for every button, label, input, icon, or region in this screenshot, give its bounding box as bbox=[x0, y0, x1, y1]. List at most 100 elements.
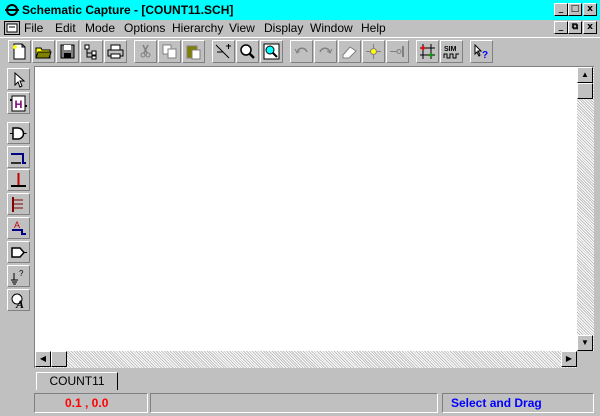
junction-button[interactable] bbox=[362, 40, 385, 63]
ground-terminal-tool-button[interactable] bbox=[7, 169, 30, 191]
junction-icon bbox=[366, 44, 381, 59]
paste-button[interactable] bbox=[182, 40, 205, 63]
ground-terminal-icon bbox=[11, 173, 26, 187]
scroll-left-button[interactable]: ◀ bbox=[35, 351, 51, 367]
main-toolbar: SIM ? bbox=[0, 37, 600, 65]
schematic-canvas[interactable] bbox=[35, 67, 577, 351]
text-tool-button[interactable]: A bbox=[7, 289, 30, 311]
power-tool-button[interactable]: ? bbox=[7, 265, 30, 287]
horizontal-scroll-thumb[interactable] bbox=[51, 351, 67, 367]
svg-text:?: ? bbox=[19, 269, 24, 278]
undo-button[interactable] bbox=[290, 40, 313, 63]
hierarchy-block-tool-button[interactable]: H bbox=[7, 92, 30, 114]
app-icon bbox=[5, 4, 19, 16]
zoom-area-button[interactable] bbox=[260, 40, 283, 63]
scrollbar-corner bbox=[577, 351, 594, 368]
query-button[interactable]: ? bbox=[470, 40, 493, 63]
menu-options[interactable]: Options bbox=[124, 21, 165, 35]
zoom-area-icon bbox=[263, 43, 280, 60]
scroll-down-button[interactable]: ▼ bbox=[577, 335, 593, 351]
redo-button[interactable] bbox=[314, 40, 337, 63]
erase-icon bbox=[342, 46, 357, 59]
hierarchy-icon bbox=[84, 44, 97, 60]
cut-icon bbox=[140, 44, 151, 58]
copy-button[interactable] bbox=[158, 40, 181, 63]
zoom-button[interactable] bbox=[236, 40, 259, 63]
add-wire-icon bbox=[215, 44, 231, 59]
save-icon bbox=[60, 44, 75, 59]
text-icon: A bbox=[11, 293, 24, 309]
buffer-icon bbox=[11, 247, 27, 258]
menu-view[interactable]: View bbox=[229, 21, 255, 35]
horizontal-scrollbar[interactable]: ◀ ▶ bbox=[35, 351, 577, 368]
print-button[interactable] bbox=[104, 40, 127, 63]
pin-button[interactable] bbox=[386, 40, 409, 63]
print-icon bbox=[107, 44, 124, 59]
netlist-button[interactable] bbox=[416, 40, 439, 63]
scroll-up-button[interactable]: ▲ bbox=[577, 67, 593, 83]
tab-count11[interactable]: COUNT11 bbox=[36, 372, 118, 390]
child-close-button[interactable]: x bbox=[583, 21, 597, 34]
menu-mode[interactable]: Mode bbox=[85, 21, 115, 35]
pin-icon bbox=[390, 46, 404, 57]
label-tool-button[interactable]: A bbox=[7, 217, 30, 239]
label-letter: A bbox=[14, 220, 20, 230]
sheet-tabs: COUNT11 bbox=[34, 370, 594, 390]
text-letter: A bbox=[15, 297, 24, 309]
and-gate-icon bbox=[10, 127, 27, 140]
schematic-window: ▲ ▼ ◀ ▶ bbox=[34, 66, 594, 368]
undo-icon bbox=[294, 47, 308, 54]
zoom-icon bbox=[240, 44, 255, 59]
select-tool-button[interactable] bbox=[7, 68, 30, 90]
wire-icon bbox=[11, 153, 26, 164]
window-title: Schematic Capture - [COUNT11.SCH] bbox=[22, 3, 234, 17]
menu-display[interactable]: Display bbox=[264, 21, 303, 35]
select-arrow-icon bbox=[14, 71, 26, 88]
hier-label: H bbox=[15, 99, 23, 111]
gate-tool-button[interactable] bbox=[7, 122, 30, 144]
copy-icon bbox=[162, 44, 177, 59]
add-wire-button[interactable] bbox=[212, 40, 235, 63]
redo-icon bbox=[319, 47, 333, 54]
coordinates-readout: 0.1 , 0.0 bbox=[34, 393, 148, 413]
document-system-menu-icon[interactable] bbox=[4, 21, 20, 35]
close-button[interactable]: x bbox=[583, 3, 597, 16]
sim-button[interactable]: SIM bbox=[440, 40, 463, 63]
buffer-tool-button[interactable] bbox=[7, 241, 30, 263]
status-message bbox=[150, 393, 438, 413]
erase-button[interactable] bbox=[338, 40, 361, 63]
status-bar: 0.1 , 0.0 Select and Drag bbox=[0, 391, 600, 416]
menu-help[interactable]: Help bbox=[361, 21, 386, 35]
hierarchy-button[interactable] bbox=[80, 40, 103, 63]
tool-palette: H A ? A bbox=[4, 66, 32, 316]
netlist-icon bbox=[420, 44, 435, 59]
query-icon: ? bbox=[474, 43, 488, 60]
sim-icon: SIM bbox=[443, 46, 459, 59]
child-minimize-button[interactable]: _ bbox=[554, 21, 568, 34]
vertical-scroll-thumb[interactable] bbox=[577, 83, 593, 99]
bus-tool-button[interactable] bbox=[7, 193, 30, 215]
power-icon: ? bbox=[11, 269, 24, 285]
label-icon: A bbox=[12, 220, 26, 235]
menu-edit[interactable]: Edit bbox=[55, 21, 76, 35]
hierarchy-block-icon: H bbox=[10, 95, 27, 112]
menu-hierarchy[interactable]: Hierarchy bbox=[172, 21, 223, 35]
open-icon bbox=[35, 47, 52, 59]
child-restore-button[interactable]: ⧉ bbox=[568, 21, 582, 34]
new-icon bbox=[13, 43, 26, 60]
wire-tool-button[interactable] bbox=[7, 146, 30, 168]
vertical-scrollbar[interactable]: ▲ ▼ bbox=[577, 67, 594, 351]
menu-window[interactable]: Window bbox=[310, 21, 353, 35]
save-button[interactable] bbox=[56, 40, 79, 63]
cut-button[interactable] bbox=[134, 40, 157, 63]
restore-button[interactable]: □ bbox=[568, 3, 582, 16]
minimize-button[interactable]: _ bbox=[554, 3, 568, 16]
title-bar: Schematic Capture - [COUNT11.SCH] _ □ x bbox=[0, 0, 600, 20]
mode-indicator: Select and Drag bbox=[442, 393, 594, 413]
sim-label: SIM bbox=[444, 46, 457, 53]
open-button[interactable] bbox=[32, 40, 55, 63]
new-button[interactable] bbox=[8, 40, 31, 63]
menu-file[interactable]: File bbox=[24, 21, 43, 35]
menu-bar: File Edit Mode Options Hierarchy View Di… bbox=[0, 20, 600, 36]
scroll-right-button[interactable]: ▶ bbox=[561, 351, 577, 367]
